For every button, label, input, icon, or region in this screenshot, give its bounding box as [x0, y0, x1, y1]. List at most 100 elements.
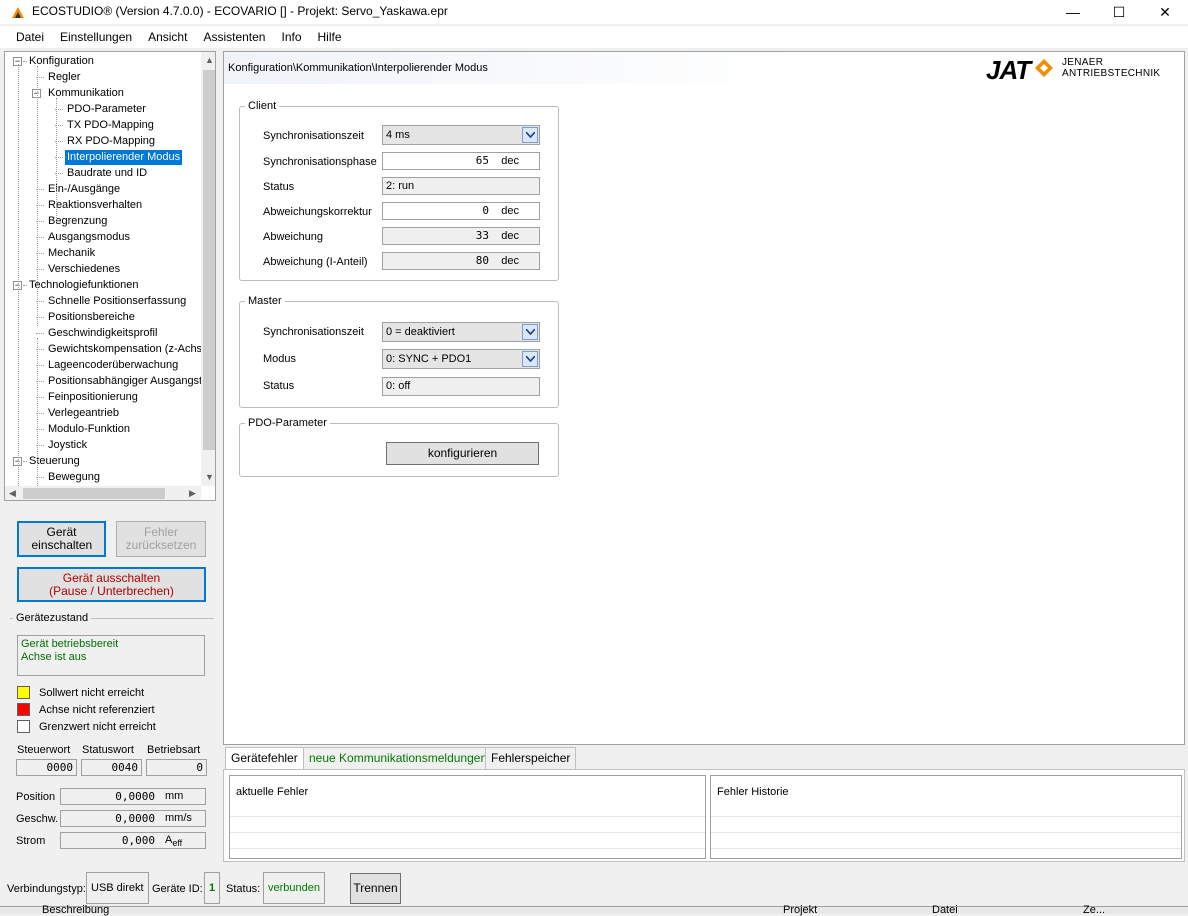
- position-label: Position: [16, 791, 56, 803]
- speed-field: 0,0000 mm/s: [60, 810, 206, 827]
- menu-datei[interactable]: Datei: [8, 27, 52, 47]
- current-label: Strom: [16, 835, 46, 847]
- tree-item[interactable]: Positionsbereiche: [46, 310, 137, 325]
- close-button[interactable]: ✕: [1142, 0, 1188, 24]
- legend-reference-label: Achse nicht referenziert: [39, 704, 155, 716]
- tree-item[interactable]: TX PDO-Mapping: [65, 118, 156, 133]
- chevron-down-icon[interactable]: [522, 351, 538, 367]
- tree-item[interactable]: PDO-Parameter: [65, 102, 148, 117]
- menu-info[interactable]: Info: [273, 27, 309, 47]
- title-bar: ECOSTUDIO® (Version 4.7.0.0) - ECOVARIO …: [0, 0, 1188, 24]
- tree-item[interactable]: Regler: [46, 70, 82, 85]
- error-history-list[interactable]: Fehler Historie: [710, 775, 1182, 859]
- tab-device-errors[interactable]: Gerätefehler: [225, 747, 304, 770]
- legend-yellow-swatch: [17, 686, 30, 699]
- tree-item[interactable]: Geschwindigkeitsprofil: [46, 326, 159, 341]
- minimize-icon: —: [1066, 4, 1080, 20]
- client-deviation-label: Abweichung: [263, 231, 323, 243]
- menu-hilfe[interactable]: Hilfe: [310, 27, 350, 47]
- chevron-down-icon[interactable]: [522, 324, 538, 340]
- connection-status-value: verbunden: [263, 872, 325, 904]
- navigation-tree[interactable]: − Konfiguration Regler − Kommunikation PDO-Pa…: [4, 51, 216, 501]
- current-errors-list[interactable]: aktuelle Fehler: [229, 775, 706, 859]
- background-window-header: Beschreibung Projekt Datei Ze...: [0, 904, 1188, 916]
- power-on-button[interactable]: Gerät einschalten: [17, 521, 106, 557]
- tree-item[interactable]: Lageencoderüberwachung: [46, 358, 180, 373]
- betriebsart-label: Betriebsart: [147, 744, 201, 756]
- scroll-left-icon[interactable]: ◀: [9, 488, 16, 499]
- power-off-button[interactable]: Gerät ausschalten (Pause / Unterbrechen): [17, 567, 206, 602]
- speed-unit: mm/s: [165, 812, 192, 824]
- tree-item[interactable]: Positionsabhängiger Ausgangstri: [46, 374, 210, 389]
- tab-error-memory[interactable]: Fehlerspeicher: [485, 747, 577, 769]
- reset-error-label: Fehler zurücksetzen: [125, 525, 197, 552]
- tree-item[interactable]: Mechanik: [46, 246, 97, 261]
- current-value: 0,000: [121, 834, 155, 847]
- client-status-label: Status: [263, 181, 295, 193]
- master-mode-select[interactable]: 0: SYNC + PDO1: [382, 349, 540, 369]
- menu-assistenten[interactable]: Assistenten: [195, 27, 273, 47]
- minimize-button[interactable]: —: [1050, 0, 1096, 24]
- legend-red-swatch: [17, 703, 30, 716]
- client-sync-time-label: Synchronisationszeit: [263, 130, 364, 142]
- tree-item[interactable]: Technologiefunktionen: [27, 278, 140, 293]
- maximize-icon: ☐: [1112, 3, 1126, 20]
- tree-item[interactable]: Joystick: [46, 438, 89, 453]
- configure-button-label: konfigurieren: [427, 446, 498, 460]
- device-state-line-1: Gerät betriebsbereit: [21, 638, 119, 650]
- master-sync-time-value: 0 = deaktiviert: [386, 326, 455, 338]
- tree-item[interactable]: Verschiedenes: [46, 262, 122, 277]
- tab-content: aktuelle Fehler Fehler Historie: [223, 769, 1185, 862]
- client-sync-time-select[interactable]: 4 ms: [382, 125, 540, 145]
- configure-button[interactable]: konfigurieren: [386, 442, 539, 465]
- tree-item[interactable]: Baudrate und ID: [65, 166, 149, 181]
- scroll-right-icon[interactable]: ▶: [189, 488, 196, 499]
- jat-logo: JAT JENAER ANTRIEBSTECHNIK: [986, 54, 1176, 85]
- tab-new-communication-messages[interactable]: neue Kommunikationsmeldungen: [303, 747, 494, 769]
- current-errors-header: aktuelle Fehler: [236, 786, 309, 798]
- underlay-col-file: Datei: [932, 904, 958, 916]
- menu-ansicht[interactable]: Ansicht: [140, 27, 195, 47]
- tree-item[interactable]: Schnelle Positionserfassung: [46, 294, 188, 309]
- tree-vertical-scrollbar[interactable]: ▲ ▼: [201, 52, 215, 486]
- client-sync-phase-input[interactable]: 65 dec: [382, 152, 540, 170]
- tree-item[interactable]: Reaktionsverhalten: [46, 198, 144, 213]
- tree-horizontal-scrollbar[interactable]: ◀ ▶: [5, 486, 201, 500]
- betriebsart-field: 0: [146, 759, 207, 776]
- tree-item[interactable]: Steuerung: [27, 454, 82, 469]
- client-deviation-value: 33: [475, 229, 489, 242]
- connection-type-value: USB direkt: [86, 872, 149, 904]
- scroll-up-icon[interactable]: ▲: [205, 55, 214, 65]
- tree-item[interactable]: Modulo-Funktion: [46, 422, 132, 437]
- connection-type-label: Verbindungstyp:: [7, 883, 86, 895]
- legend-white-swatch: [17, 720, 30, 733]
- tree-item[interactable]: Bewegung: [46, 470, 102, 485]
- maximize-button[interactable]: ☐: [1096, 0, 1142, 24]
- main-panel: Konfiguration\Kommunikation\Interpoliere…: [223, 51, 1185, 745]
- client-dev-correction-input[interactable]: 0 dec: [382, 202, 540, 220]
- client-deviation-i-value: 80: [475, 254, 489, 267]
- tree-connector: [36, 333, 44, 334]
- current-unit: Aeff: [165, 834, 183, 849]
- tree-scroll-thumb[interactable]: [203, 70, 215, 450]
- tree-item[interactable]: Verlegeantrieb: [46, 406, 121, 421]
- client-deviation-field: 33 dec: [382, 227, 540, 245]
- tree-item[interactable]: Kommunikation: [46, 86, 126, 101]
- reset-error-button[interactable]: Fehler zurücksetzen: [116, 521, 206, 557]
- tree-item[interactable]: Ausgangsmodus: [46, 230, 132, 245]
- tree-item[interactable]: Interpolierender Modus: [65, 150, 183, 165]
- scroll-down-icon[interactable]: ▼: [205, 472, 214, 482]
- statuswort-label: Statuswort: [82, 744, 134, 756]
- menu-einstellungen[interactable]: Einstellungen: [52, 27, 140, 47]
- client-deviation-i-field: 80 dec: [382, 252, 540, 270]
- steuerwort-field: 0000: [16, 759, 77, 776]
- chevron-down-icon[interactable]: [522, 127, 538, 143]
- tree-item[interactable]: RX PDO-Mapping: [65, 134, 157, 149]
- disconnect-button[interactable]: Trennen: [350, 873, 401, 904]
- tree-item[interactable]: Gewichtskompensation (z-Achse: [46, 342, 210, 357]
- status-bar: Verbindungstyp: USB direkt Geräte ID: 1 …: [0, 868, 1188, 906]
- tree-item[interactable]: Ein-/Ausgänge: [46, 182, 122, 197]
- tree-item[interactable]: Feinpositionierung: [46, 390, 140, 405]
- master-sync-time-select[interactable]: 0 = deaktiviert: [382, 322, 540, 342]
- tree-hscroll-thumb[interactable]: [23, 488, 165, 499]
